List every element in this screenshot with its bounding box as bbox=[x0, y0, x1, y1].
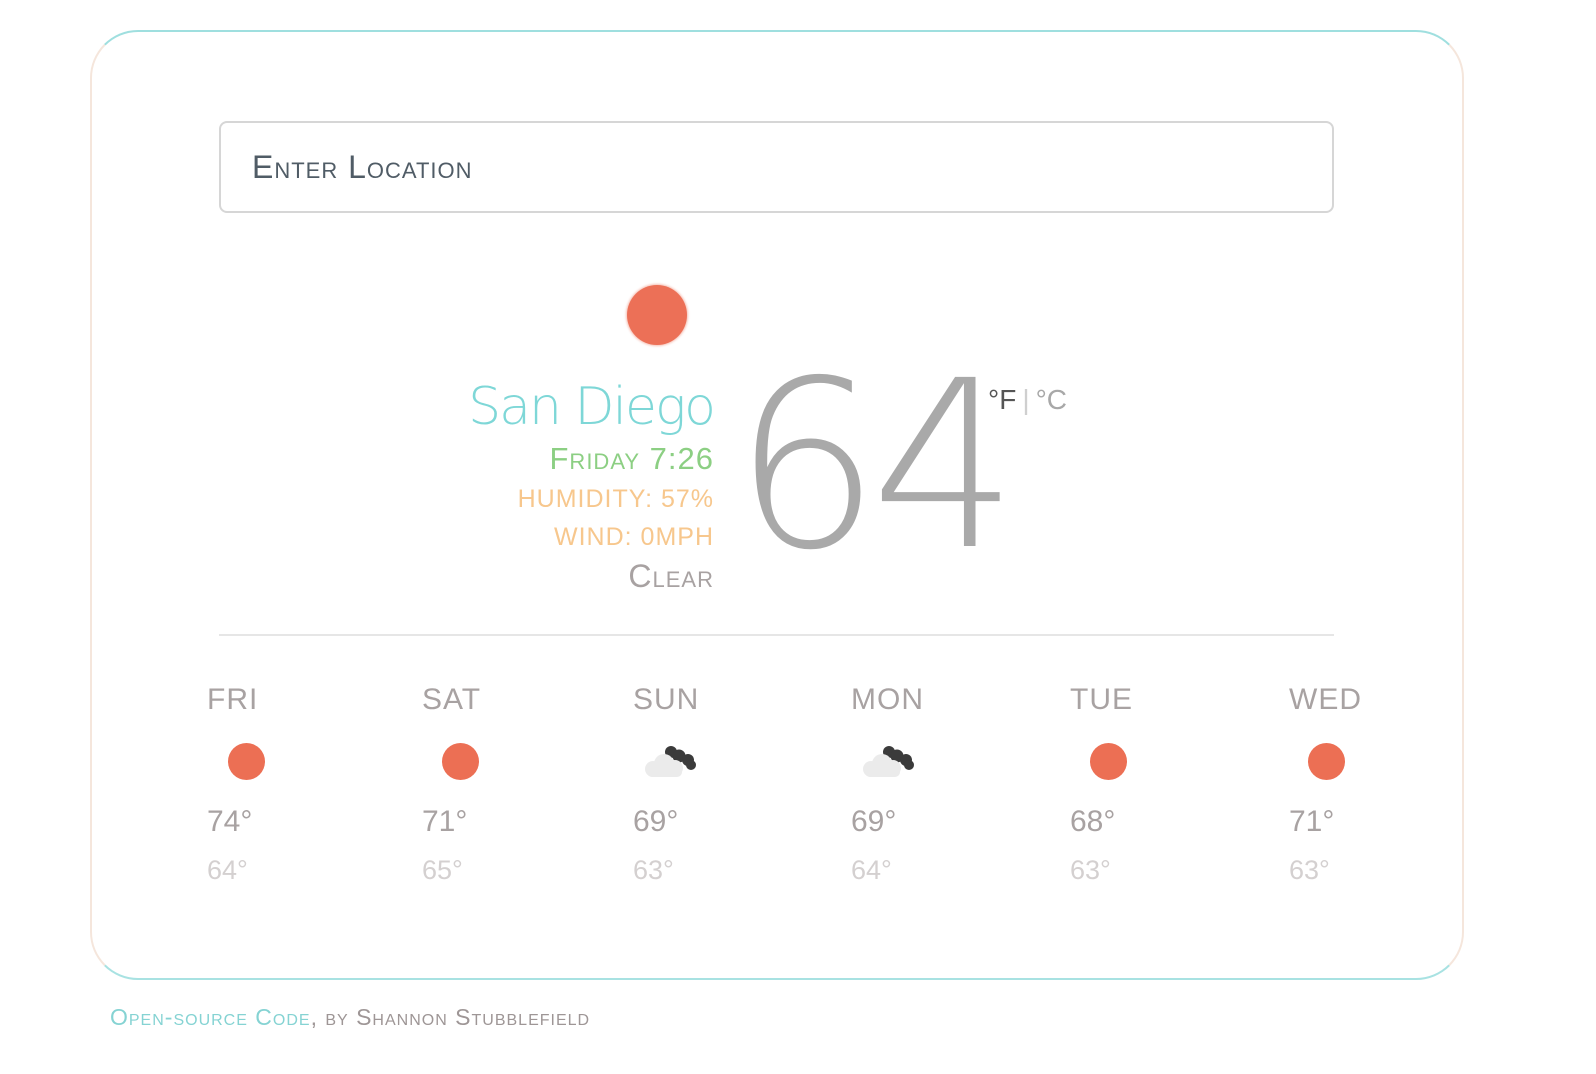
partly-cloudy-night-icon bbox=[860, 742, 916, 782]
fahrenheit-toggle[interactable]: °F bbox=[988, 384, 1016, 415]
forecast-high: 69° bbox=[633, 805, 679, 838]
forecast-low: 63° bbox=[1070, 855, 1111, 885]
footer: Open-source Code, by Shannon Stubblefiel… bbox=[110, 1004, 590, 1031]
forecast-day: WED 71° 63° bbox=[1289, 682, 1449, 885]
forecast-day-name: FRI bbox=[207, 683, 259, 716]
unit-separator: | bbox=[1022, 384, 1030, 415]
forecast-high: 74° bbox=[207, 805, 253, 838]
forecast-day-name: SAT bbox=[422, 683, 482, 716]
open-source-link[interactable]: Open-source Code bbox=[110, 1004, 311, 1030]
forecast-high: 71° bbox=[422, 805, 468, 838]
location-search-input[interactable] bbox=[219, 121, 1334, 213]
forecast-day: MON 69° 64° bbox=[851, 682, 1011, 885]
forecast-day-name: WED bbox=[1289, 683, 1362, 716]
forecast-day-name: TUE bbox=[1070, 683, 1133, 716]
forecast-day: FRI 74° 64° bbox=[207, 682, 367, 885]
forecast-low: 64° bbox=[207, 855, 248, 885]
forecast-high: 71° bbox=[1289, 805, 1335, 838]
sun-icon bbox=[228, 743, 265, 780]
partly-cloudy-night-icon bbox=[642, 742, 698, 782]
forecast-low: 63° bbox=[1289, 855, 1330, 885]
current-conditions: San Diego Friday 7:26 HUMIDITY: 57% WIND… bbox=[360, 372, 716, 596]
forecast-day: TUE 68° 63° bbox=[1070, 682, 1230, 885]
forecast-day: SAT 71° 65° bbox=[422, 682, 582, 885]
forecast-high: 68° bbox=[1070, 805, 1116, 838]
day-time: Friday 7:26 bbox=[549, 441, 714, 476]
sun-icon bbox=[627, 285, 687, 345]
forecast-low: 64° bbox=[851, 855, 892, 885]
sun-icon bbox=[442, 743, 479, 780]
wind: WIND: 0MPH bbox=[554, 523, 714, 551]
forecast-day-name: SUN bbox=[633, 683, 700, 716]
footer-byline: , by Shannon Stubblefield bbox=[310, 1004, 591, 1030]
forecast-high: 69° bbox=[851, 805, 897, 838]
city-name: San Diego bbox=[468, 377, 716, 437]
sun-icon bbox=[1308, 743, 1345, 780]
condition: Clear bbox=[628, 558, 714, 594]
forecast-day: SUN 69° 63° bbox=[633, 682, 793, 885]
current-temperature-value: 64 bbox=[733, 331, 1018, 601]
forecast-low: 63° bbox=[633, 855, 674, 885]
current-temperature: 64 bbox=[733, 331, 1018, 601]
humidity: HUMIDITY: 57% bbox=[517, 485, 714, 513]
unit-toggle: °F | °C bbox=[988, 384, 1067, 416]
celsius-toggle[interactable]: °C bbox=[1036, 384, 1067, 415]
forecast-day-name: MON bbox=[851, 683, 924, 716]
forecast-low: 65° bbox=[422, 855, 463, 885]
divider bbox=[219, 634, 1334, 636]
sun-icon bbox=[1090, 743, 1127, 780]
